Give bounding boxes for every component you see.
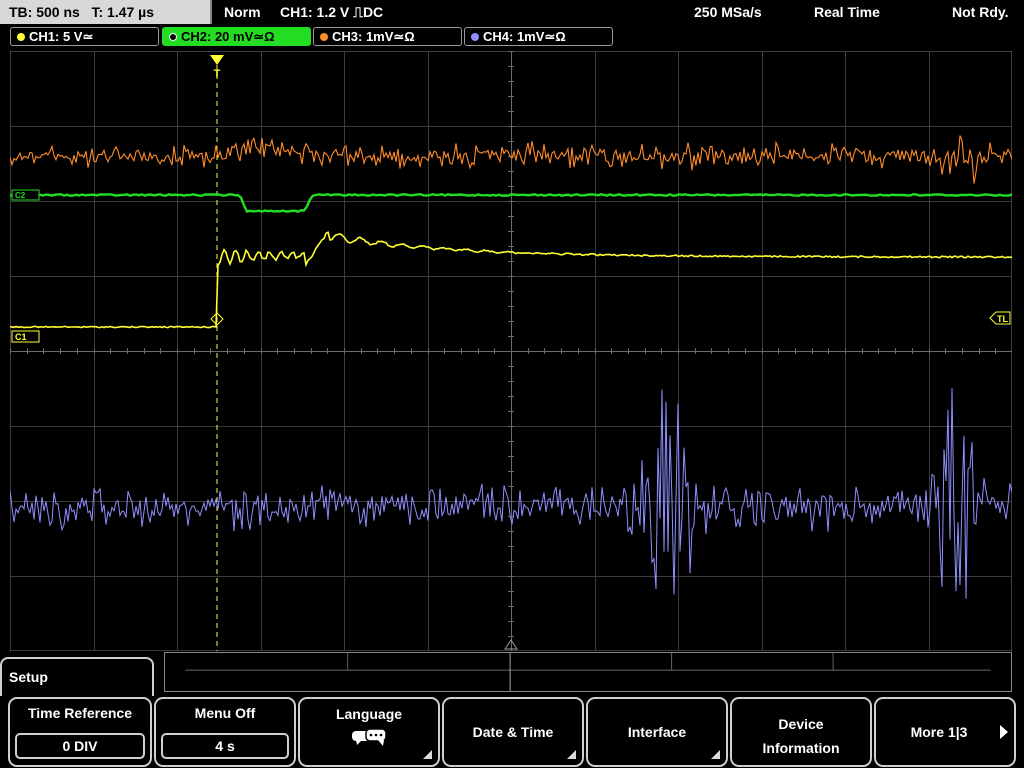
ch4-color-dot bbox=[471, 33, 479, 41]
date-time-button[interactable]: Date & Time bbox=[442, 697, 584, 767]
interface-label: Interface bbox=[627, 724, 687, 740]
trigger-setting[interactable]: CH1: 1.2 V ⎍DC bbox=[280, 3, 383, 21]
menu-title: Setup bbox=[9, 669, 48, 685]
device-information-button[interactable]: Device Information bbox=[730, 697, 872, 767]
more-button[interactable]: More 1|3 bbox=[874, 697, 1016, 767]
ch3-label: CH3: 1mV≃Ω bbox=[332, 29, 415, 44]
language-label: Language bbox=[335, 706, 403, 722]
ch4-label: CH4: 1mV≃Ω bbox=[483, 29, 566, 44]
sample-rate: 250 MSa/s bbox=[694, 4, 762, 20]
interface-button[interactable]: Interface bbox=[586, 697, 728, 767]
channel-tab-ch1[interactable]: CH1: 5 V≃ bbox=[10, 27, 159, 46]
ch3-color-dot bbox=[320, 33, 328, 41]
menu-off-button[interactable]: Menu Off 4 s bbox=[154, 697, 296, 767]
time-reference-value: 0 DIV bbox=[15, 733, 145, 759]
trigger-mode[interactable]: Norm bbox=[224, 3, 261, 21]
more-label: More 1|3 bbox=[910, 724, 968, 740]
ch1-ground-marker[interactable]: C1 bbox=[11, 330, 40, 343]
ch2-ground-marker[interactable]: C2 bbox=[11, 189, 40, 201]
speech-bubbles-icon bbox=[352, 728, 387, 746]
timebase-box[interactable]: TB: 500 ns T: 1.47 µs bbox=[0, 0, 212, 24]
submenu-indicator-icon bbox=[711, 750, 720, 759]
trigger-time-value: T: 1.47 µs bbox=[91, 4, 155, 20]
svg-text:TL: TL bbox=[997, 314, 1008, 324]
device-information-label: Device Information bbox=[762, 716, 840, 756]
waveform-display[interactable]: T C1 C2 TL bbox=[10, 51, 1012, 651]
timebase-value: TB: 500 ns bbox=[9, 4, 80, 20]
menu-title-tab: Setup bbox=[0, 657, 154, 697]
ch1-color-dot bbox=[17, 33, 25, 41]
svg-text:T: T bbox=[214, 68, 221, 80]
acquisition-mode: Real Time bbox=[814, 4, 880, 20]
ch1-label: CH1: 5 V≃ bbox=[29, 29, 94, 44]
svg-text:C2: C2 bbox=[15, 191, 26, 200]
channel-tab-ch3[interactable]: CH3: 1mV≃Ω bbox=[313, 27, 462, 46]
time-reference-label: Time Reference bbox=[27, 705, 132, 721]
submenu-indicator-icon bbox=[567, 750, 576, 759]
overview-strip bbox=[164, 652, 1012, 692]
acquisition-state: Not Rdy. bbox=[952, 4, 1009, 20]
menu-off-value: 4 s bbox=[161, 733, 289, 759]
submenu-indicator-icon bbox=[423, 750, 432, 759]
arrow-right-icon bbox=[1000, 725, 1008, 739]
channel-tab-ch4[interactable]: CH4: 1mV≃Ω bbox=[464, 27, 613, 46]
ch2-color-dot bbox=[169, 33, 177, 41]
language-button[interactable]: Language bbox=[298, 697, 440, 767]
svg-text:C1: C1 bbox=[15, 332, 27, 342]
status-bar: TB: 500 ns T: 1.47 µs Norm CH1: 1.2 V ⎍D… bbox=[0, 0, 1024, 26]
date-time-label: Date & Time bbox=[472, 724, 554, 740]
time-reference-button[interactable]: Time Reference 0 DIV bbox=[8, 697, 152, 767]
menu-off-label: Menu Off bbox=[194, 705, 256, 721]
ch2-label: CH2: 20 mV≃Ω bbox=[181, 29, 275, 44]
channel-tab-ch2[interactable]: CH2: 20 mV≃Ω bbox=[162, 27, 311, 46]
